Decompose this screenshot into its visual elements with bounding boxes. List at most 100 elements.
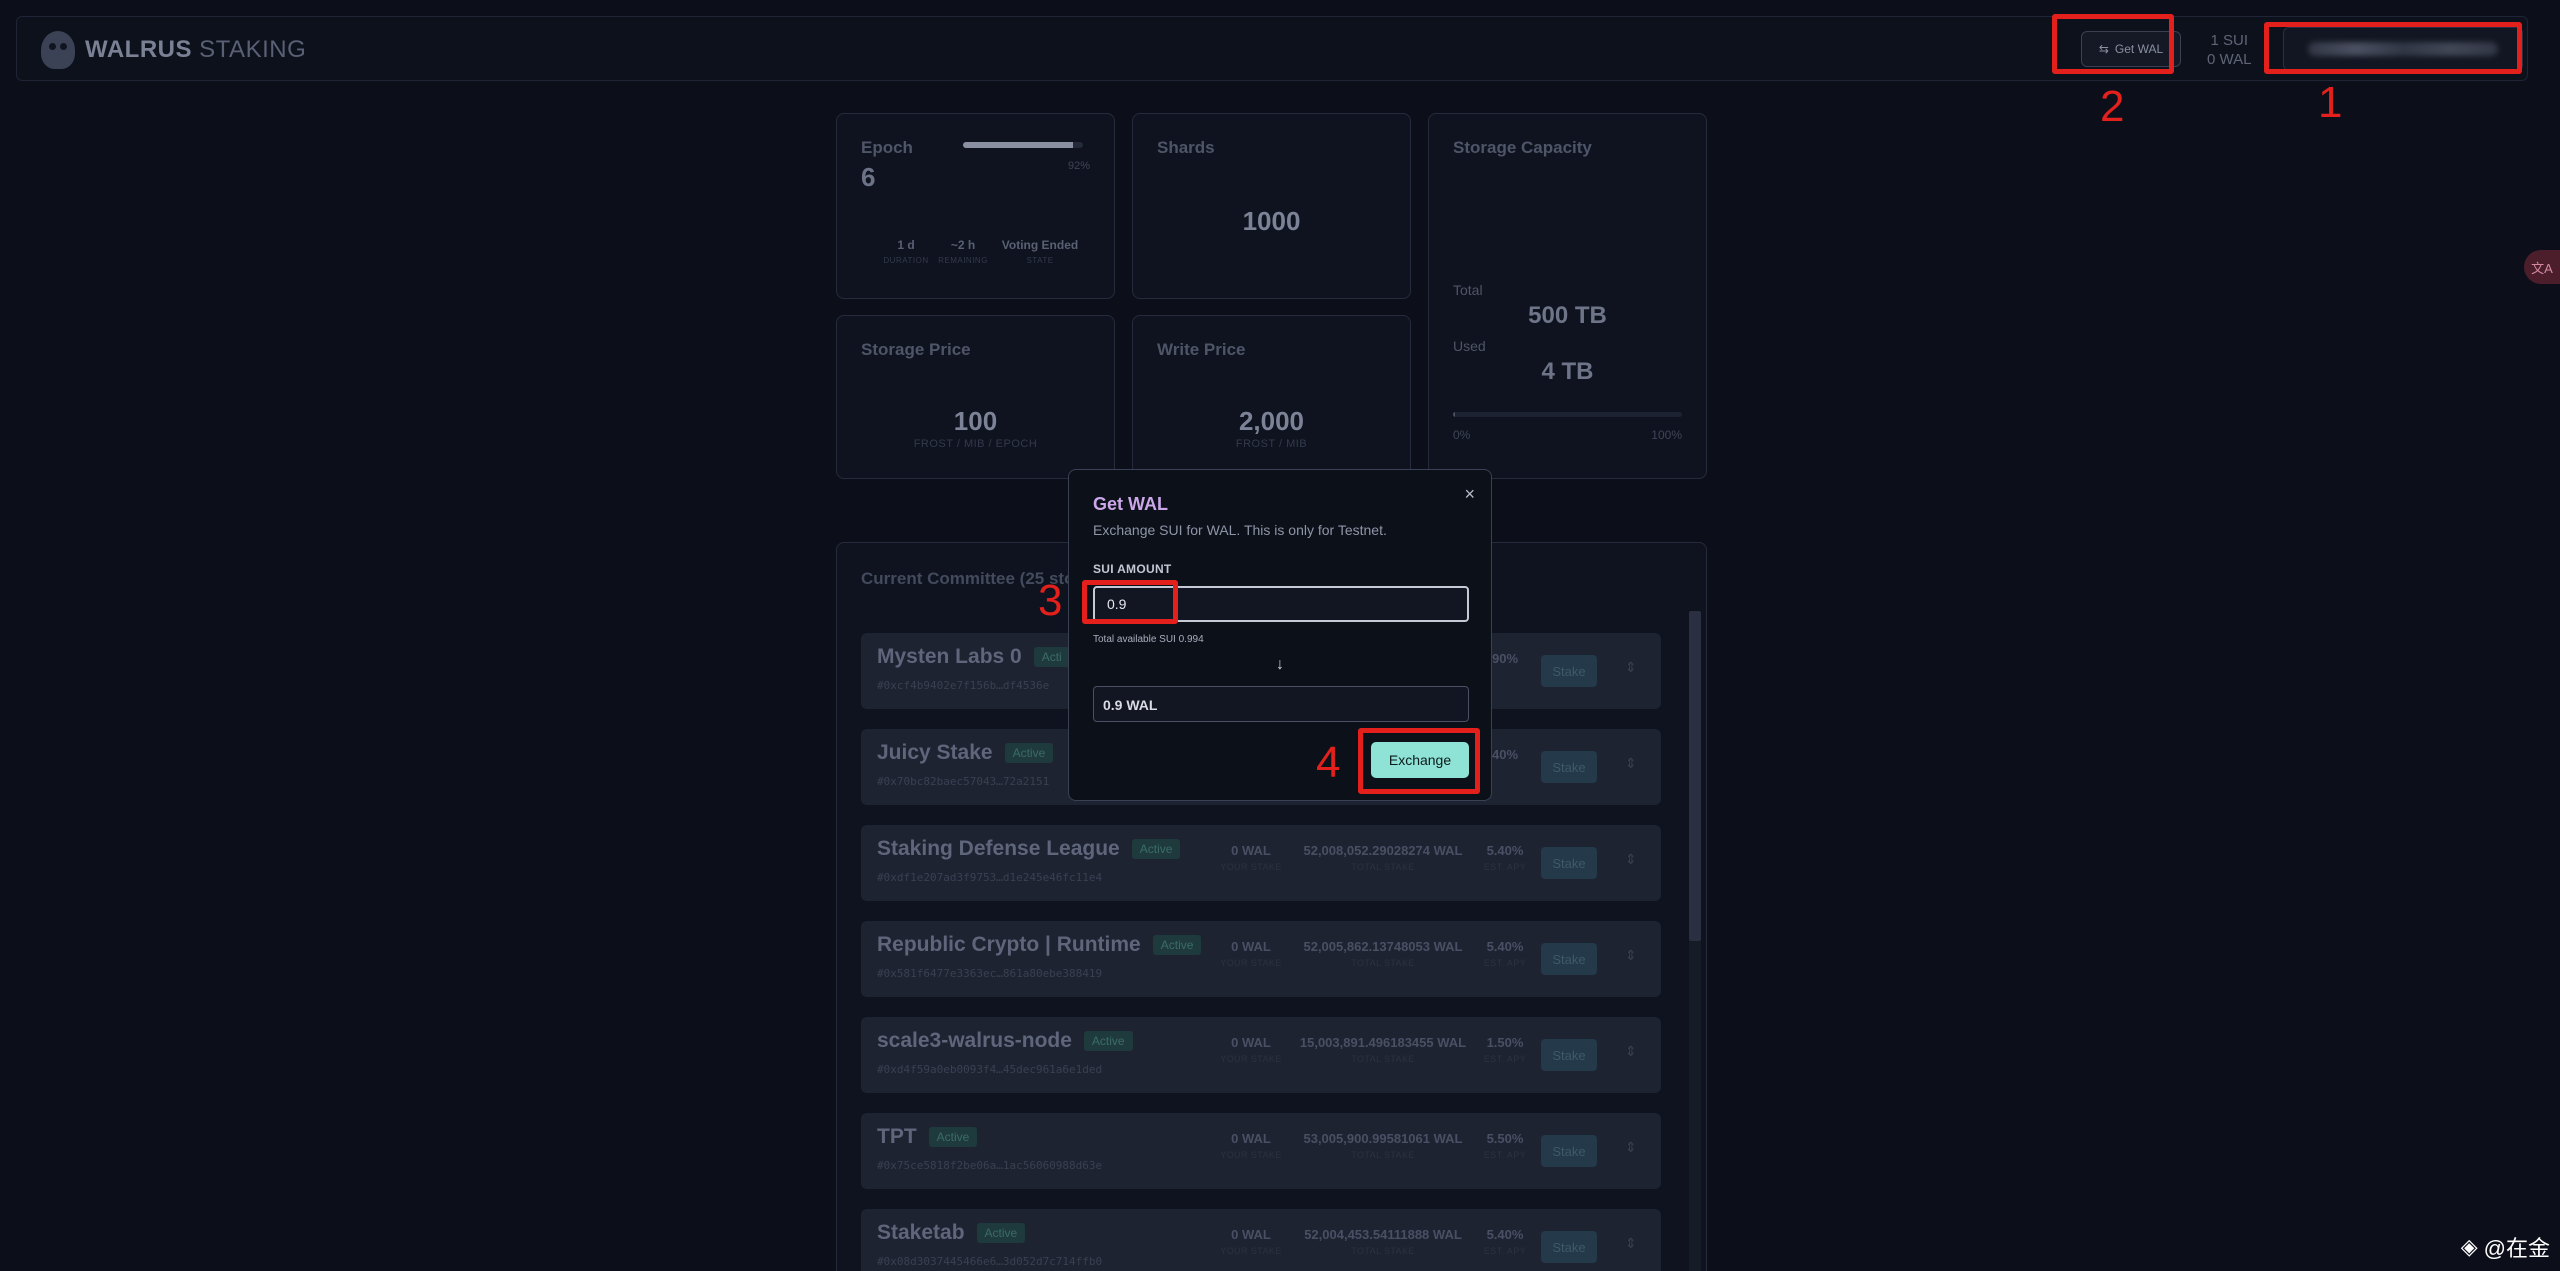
stake-button[interactable]: Stake xyxy=(1541,847,1597,879)
node-address: #0x08d3037445466e6…3d052d7c714ffb0 xyxy=(877,1255,1103,1268)
total-stake: 15,003,891.496183455 WAL TOTAL STAKE xyxy=(1299,1035,1467,1064)
epoch-value: 6 xyxy=(861,162,876,192)
wal-output-field: 0.9 WAL xyxy=(1093,686,1469,722)
total-stake: 52,004,453.54111888 WAL TOTAL STAKE xyxy=(1304,1227,1462,1256)
storage-price-value: 100 xyxy=(953,406,998,436)
committee-node-row[interactable]: Staking Defense League Active #0xdf1e207ad… xyxy=(861,825,1661,901)
stake-button[interactable]: Stake xyxy=(1541,751,1597,783)
node-name: Republic Crypto | Runtime Active xyxy=(877,933,1202,957)
status-badge: Active xyxy=(976,1223,1026,1244)
committee-node-row[interactable]: TPT Active #0x75ce5818f2be06a…1ac56060988d… xyxy=(861,1113,1661,1189)
watermark-text: @在金 xyxy=(2483,1236,2550,1261)
stake-button[interactable]: Stake xyxy=(1541,1039,1597,1071)
status-badge: Active xyxy=(1152,935,1202,956)
node-name: Staketab Active xyxy=(877,1221,1026,1245)
chevron-updown-icon[interactable]: ⇕ xyxy=(1625,755,1637,772)
node-name: scale3-walrus-node Active xyxy=(877,1029,1133,1053)
chevron-updown-icon[interactable]: ⇕ xyxy=(1625,659,1637,676)
committee-node-row[interactable]: Staketab Active #0x08d3037445466e6…3d052d7… xyxy=(861,1209,1661,1271)
capacity-usage-bar xyxy=(1453,412,1682,417)
write-price-value: 2,000 xyxy=(1238,406,1305,436)
watermark: ◈ @在金 xyxy=(2461,1231,2550,1263)
annotation-box-4 xyxy=(1358,728,1480,794)
modal-description: Exchange SUI for WAL. This is only for T… xyxy=(1093,522,1387,538)
annotation-box-2 xyxy=(2052,14,2174,74)
storage-price-title: Storage Price xyxy=(861,340,971,359)
total-stake: 52,005,862.13748053 WAL TOTAL STAKE xyxy=(1303,939,1463,968)
epoch-state: Voting Ended STATE xyxy=(1001,238,1079,265)
est-apy: 5.50% EST. APY xyxy=(1483,1131,1527,1160)
total-stake: 52,008,052.29028274 WAL TOTAL STAKE xyxy=(1303,843,1463,872)
node-address: #0x70bc82baec57043…72a2151 xyxy=(877,775,1050,788)
translate-icon[interactable]: 文A xyxy=(2524,250,2560,284)
chevron-updown-icon[interactable]: ⇕ xyxy=(1625,1139,1637,1156)
close-icon[interactable]: × xyxy=(1464,484,1475,505)
capacity-total-label: Total xyxy=(1453,282,1483,298)
your-stake: 0 WAL YOUR STAKE xyxy=(1220,939,1282,968)
epoch-remaining: ~2 h REMAINING xyxy=(938,238,988,265)
chevron-updown-icon[interactable]: ⇕ xyxy=(1625,1043,1637,1060)
annotation-number-3: 3 xyxy=(1038,576,1063,625)
epoch-duration: 1 d DURATION xyxy=(883,238,929,265)
total-stake: 53,005,900.99581061 WAL TOTAL STAKE xyxy=(1303,1131,1463,1160)
stake-button[interactable]: Stake xyxy=(1541,655,1597,687)
stake-button[interactable]: Stake xyxy=(1541,943,1597,975)
status-badge: Active xyxy=(1004,743,1054,764)
your-stake: 0 WAL YOUR STAKE xyxy=(1220,1035,1282,1064)
annotation-box-3 xyxy=(1082,580,1178,624)
node-address: #0x581f6477e3363ec…861a80ebe388419 xyxy=(877,967,1103,980)
status-badge: Active xyxy=(928,1127,978,1148)
storage-price-card: Storage Price 100 FROST / MIB / EPOCH xyxy=(836,315,1115,479)
write-price-unit: FROST / MIB xyxy=(1235,438,1308,450)
epoch-progress-fill xyxy=(963,142,1074,148)
watermark-logo-icon: ◈ xyxy=(2460,1234,2478,1259)
wallet-balances: 1 SUI 0 WAL xyxy=(2207,31,2251,69)
node-address: #0xdf1e207ad3f9753…d1e245e46fc11e4 xyxy=(877,871,1103,884)
chevron-updown-icon[interactable]: ⇕ xyxy=(1625,851,1637,868)
storage-price-unit: FROST / MIB / EPOCH xyxy=(913,438,1038,450)
write-price-card: Write Price 2,000 FROST / MIB xyxy=(1132,315,1411,479)
committee-node-row[interactable]: scale3-walrus-node Active #0xd4f59a0eb0093… xyxy=(861,1017,1661,1093)
wal-balance: 0 WAL xyxy=(2207,51,2252,68)
shards-card: Shards 1000 xyxy=(1132,113,1411,299)
node-name: Juicy Stake Active xyxy=(877,741,1054,765)
annotation-box-1 xyxy=(2264,22,2522,74)
annotation-number-2: 2 xyxy=(2100,82,2125,131)
your-stake: 0 WAL YOUR STAKE xyxy=(1220,843,1282,872)
app-logo[interactable]: WALRUS STAKING xyxy=(41,31,306,69)
shards-title: Shards xyxy=(1157,138,1215,157)
your-stake: 0 WAL YOUR STAKE xyxy=(1220,1131,1282,1160)
capacity-total-value: 500 TB xyxy=(1528,302,1607,329)
chevron-updown-icon[interactable]: ⇕ xyxy=(1625,947,1637,964)
annotation-number-4: 4 xyxy=(1316,738,1341,787)
node-name: TPT Active xyxy=(877,1125,978,1149)
node-name: Staking Defense League Active xyxy=(877,837,1181,861)
node-address: #0x75ce5818f2be06a…1ac56060988d63e xyxy=(877,1159,1103,1172)
est-apy: 5.40% EST. APY xyxy=(1483,1227,1527,1256)
stake-button[interactable]: Stake xyxy=(1541,1135,1597,1167)
your-stake: 0 WAL YOUR STAKE xyxy=(1220,1227,1282,1256)
capacity-usage-fill xyxy=(1453,412,1455,417)
status-badge: Active xyxy=(1083,1031,1133,1052)
est-apy: 5.40% EST. APY xyxy=(1483,939,1527,968)
node-name: Mysten Labs 0 Acti xyxy=(877,645,1070,669)
committee-node-row[interactable]: Republic Crypto | Runtime Active #0x581f64… xyxy=(861,921,1661,997)
est-apy: 1.50% EST. APY xyxy=(1483,1035,1527,1064)
capacity-used-value: 4 TB xyxy=(1541,358,1594,385)
storage-capacity-title: Storage Capacity xyxy=(1453,138,1592,157)
capacity-max-label: 100% xyxy=(1651,428,1682,442)
committee-scrollbar-thumb[interactable] xyxy=(1689,611,1701,941)
stake-button[interactable]: Stake xyxy=(1541,1231,1597,1263)
capacity-min-label: 0% xyxy=(1453,428,1471,442)
status-badge: Acti xyxy=(1033,647,1070,668)
available-sui-text: Total available SUI 0.994 xyxy=(1093,634,1204,645)
chevron-updown-icon[interactable]: ⇕ xyxy=(1625,1235,1637,1252)
write-price-title: Write Price xyxy=(1157,340,1246,359)
storage-capacity-card: Storage Capacity Total 500 TB Used 4 TB … xyxy=(1428,113,1707,479)
sui-amount-label: SUI AMOUNT xyxy=(1093,562,1172,576)
committee-scrollbar[interactable] xyxy=(1689,611,1701,1271)
annotation-number-1: 1 xyxy=(2318,78,2343,127)
sui-balance: 1 SUI xyxy=(2210,32,2248,49)
est-apy: 5.40% EST. APY xyxy=(1483,843,1527,872)
capacity-used-label: Used xyxy=(1453,338,1486,354)
